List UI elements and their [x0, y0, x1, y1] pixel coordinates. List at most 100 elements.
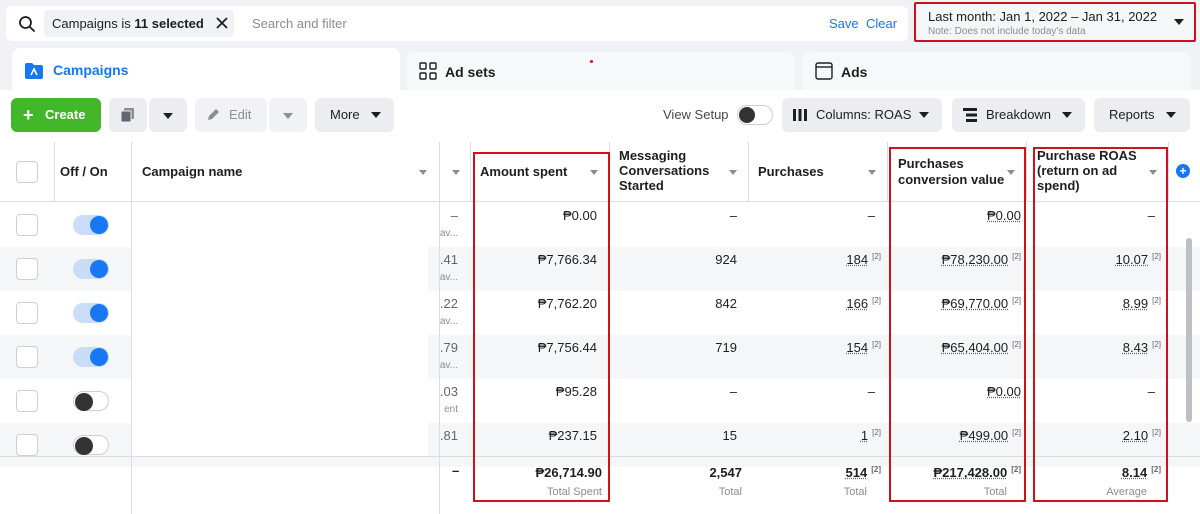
row-checkbox[interactable]: [16, 258, 38, 280]
tab-ad-sets-label: Ad sets: [445, 64, 496, 80]
totals-divider: [0, 456, 1200, 457]
total-messaging-label: Total: [718, 486, 742, 498]
view-setup-label: View Setup: [663, 107, 729, 122]
chevron-down-icon: [419, 170, 427, 175]
attribution-marker: [2]: [872, 296, 881, 305]
campaigns-table: Off / On Campaign name Amount spent Mess…: [0, 142, 1200, 514]
close-icon[interactable]: [214, 15, 230, 31]
purchases-value-cell[interactable]: ₱0.00: [888, 384, 1021, 399]
grid-line: [748, 142, 749, 202]
row-checkbox[interactable]: [16, 346, 38, 368]
row-checkbox[interactable]: [16, 302, 38, 324]
col-campaign-name[interactable]: Campaign name: [131, 142, 437, 202]
breakdown-button[interactable]: Breakdown: [952, 98, 1085, 132]
toolbar: + Create Edit More View Setup Columns: R…: [0, 90, 1200, 142]
campaign-toggle[interactable]: [73, 259, 109, 279]
total-amount-label: Total Spent: [546, 486, 602, 498]
col-amount-spent[interactable]: Amount spent: [471, 142, 608, 202]
col-purchases-value[interactable]: Purchases conversion value: [888, 142, 1025, 202]
col-campaign-name-label: Campaign name: [142, 164, 243, 179]
row-checkbox[interactable]: [16, 434, 38, 456]
ad-icon: [815, 62, 833, 80]
add-column-icon[interactable]: +: [1176, 164, 1190, 178]
toggle-knob: [739, 107, 755, 123]
attribution-marker: [2]: [1011, 465, 1021, 474]
purchases-value-cell[interactable]: ₱69,770.00 [2]: [888, 296, 1021, 311]
view-setup-toggle[interactable]: [737, 105, 773, 125]
col-purchases[interactable]: Purchases: [749, 142, 886, 202]
chevron-down-icon: [1007, 170, 1015, 175]
edit-button[interactable]: Edit: [195, 98, 267, 132]
purchases-value-cell[interactable]: ₱499.00 [2]: [888, 428, 1021, 443]
purchases-value-cell[interactable]: ₱78,230.00 [2]: [888, 252, 1021, 267]
toggle-knob: [90, 348, 108, 366]
reports-button[interactable]: Reports: [1094, 98, 1190, 132]
chevron-down-icon: [452, 170, 460, 175]
col-purchases-value-label: Purchases conversion value: [898, 156, 1005, 187]
grid-line: [887, 142, 888, 202]
amount-spent-cell: ₱7,766.34: [537, 252, 597, 267]
campaign-toggle[interactable]: [73, 347, 109, 367]
create-button[interactable]: + Create: [11, 98, 101, 132]
select-all-checkbox[interactable]: [16, 161, 38, 183]
roas-value: 8.99: [1122, 296, 1149, 311]
attribution-marker: [2]: [872, 428, 881, 437]
purchases-value-cell[interactable]: ₱65,404.00 [2]: [888, 340, 1021, 355]
grid-icon: [419, 62, 437, 80]
row-checkbox[interactable]: [16, 214, 38, 236]
col-messaging-label: Messaging Conversations Started: [619, 148, 710, 193]
toggle-knob: [90, 304, 108, 322]
save-link[interactable]: Save: [829, 16, 859, 31]
roas-cell[interactable]: 8.43 [2]: [1027, 340, 1161, 355]
pencil-icon: [208, 109, 219, 120]
filter-chip-prefix: Campaigns is: [52, 16, 135, 31]
attribution-marker: [2]: [1012, 428, 1021, 437]
duplicate-button[interactable]: [109, 98, 147, 132]
totals-row: – ₱26,714.90 Total Spent 2,547 Total 514…: [0, 458, 1200, 514]
purchases-value-value: ₱0.00: [987, 208, 1021, 223]
total-value-label: Total: [983, 486, 1007, 498]
attribution-marker: [2]: [1152, 296, 1161, 305]
campaign-toggle[interactable]: [73, 215, 109, 235]
more-label: More: [330, 107, 360, 122]
duplicate-dropdown[interactable]: [149, 98, 187, 132]
campaign-toggle[interactable]: [73, 391, 109, 411]
roas-cell[interactable]: 10.07 [2]: [1027, 252, 1161, 267]
campaign-toggle[interactable]: [73, 303, 109, 323]
search-input[interactable]: Search and filter: [252, 16, 347, 31]
purchases-value-value: ₱65,404.00: [941, 340, 1009, 355]
more-button[interactable]: More: [315, 98, 394, 132]
roas-cell[interactable]: 2.10 [2]: [1027, 428, 1161, 443]
chevron-down-icon: [163, 112, 173, 119]
tab-campaigns[interactable]: Campaigns: [12, 48, 400, 94]
columns-button[interactable]: Columns: ROAS: [782, 98, 942, 132]
filter-chip[interactable]: Campaigns is 11 selected: [44, 10, 234, 37]
attribution-marker: [2]: [1012, 252, 1021, 261]
roas-cell[interactable]: 8.99 [2]: [1027, 296, 1161, 311]
purchases-cell[interactable]: 1 [2]: [749, 428, 881, 443]
date-range-picker[interactable]: Last month: Jan 1, 2022 – Jan 31, 2022 N…: [914, 2, 1196, 42]
amount-spent-cell: ₱95.28: [555, 384, 597, 399]
col-hidden[interactable]: [440, 142, 470, 202]
total-messaging: 2,547: [709, 465, 742, 480]
purchases-cell[interactable]: 166 [2]: [749, 296, 881, 311]
col-roas[interactable]: Purchase ROAS (return on ad spend): [1027, 142, 1167, 202]
purchases-value-cell[interactable]: ₱0.00: [888, 208, 1021, 223]
vertical-scrollbar[interactable]: [1186, 238, 1192, 422]
row-checkbox[interactable]: [16, 390, 38, 412]
roas-value: 10.07: [1115, 252, 1149, 267]
total-roas-value: 8.14: [1121, 465, 1148, 480]
total-purchases-label: Total: [843, 486, 867, 498]
search-filter-bar[interactable]: Campaigns is 11 selected Search and filt…: [6, 6, 908, 41]
tab-campaigns-label: Campaigns: [53, 62, 129, 78]
campaign-toggle[interactable]: [73, 435, 109, 455]
col-messaging[interactable]: Messaging Conversations Started: [610, 142, 747, 202]
columns-icon: [793, 109, 807, 121]
toggle-knob: [90, 216, 108, 234]
breakdown-label: Breakdown: [986, 107, 1052, 122]
clear-link[interactable]: Clear: [866, 16, 897, 31]
edit-dropdown[interactable]: [269, 98, 307, 132]
purchases-cell[interactable]: 154 [2]: [749, 340, 881, 355]
purchases-cell[interactable]: 184 [2]: [749, 252, 881, 267]
purchases-value-value: ₱499.00: [959, 428, 1009, 443]
